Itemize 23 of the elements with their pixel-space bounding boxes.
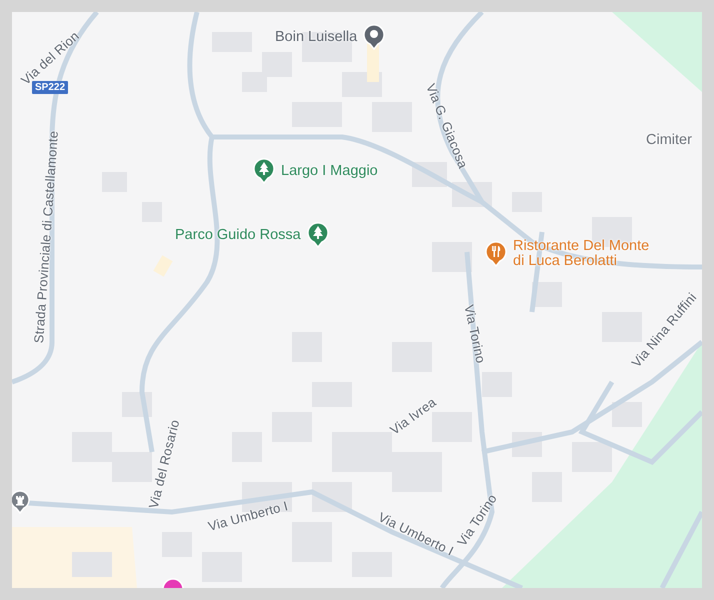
- place-label[interactable]: Parco Guido Rossa: [175, 228, 301, 242]
- circle-pin-icon[interactable]: [363, 24, 386, 50]
- tower-pin-icon[interactable]: [12, 490, 30, 514]
- street-label: Via Ivrea: [387, 394, 439, 438]
- tree-pin-icon[interactable]: [306, 222, 329, 248]
- place-label[interactable]: Boin Luisella: [275, 30, 358, 44]
- building: [482, 372, 512, 397]
- street-label: Via Torino: [462, 303, 488, 365]
- building: [612, 402, 642, 427]
- building: [112, 452, 152, 482]
- building: [572, 442, 612, 472]
- place-label[interactable]: Largo I Maggio: [281, 164, 378, 178]
- place-label[interactable]: Cimiter: [646, 133, 692, 148]
- street-label: Via del Rosario: [146, 418, 182, 510]
- map-pin-icon[interactable]: [162, 578, 184, 588]
- road-number-badge: SP222: [32, 81, 68, 94]
- building: [72, 552, 112, 577]
- tree-pin-icon[interactable]: [253, 158, 275, 184]
- street-label: Strada Provinciale di Castellamonte: [31, 130, 61, 344]
- place-label[interactable]: Ristorante Del Monte di Luca Berolatti: [513, 239, 650, 269]
- street-label: Via Umberto I: [206, 498, 290, 534]
- building: [432, 242, 472, 272]
- fork-knife-pin-icon[interactable]: [485, 241, 507, 267]
